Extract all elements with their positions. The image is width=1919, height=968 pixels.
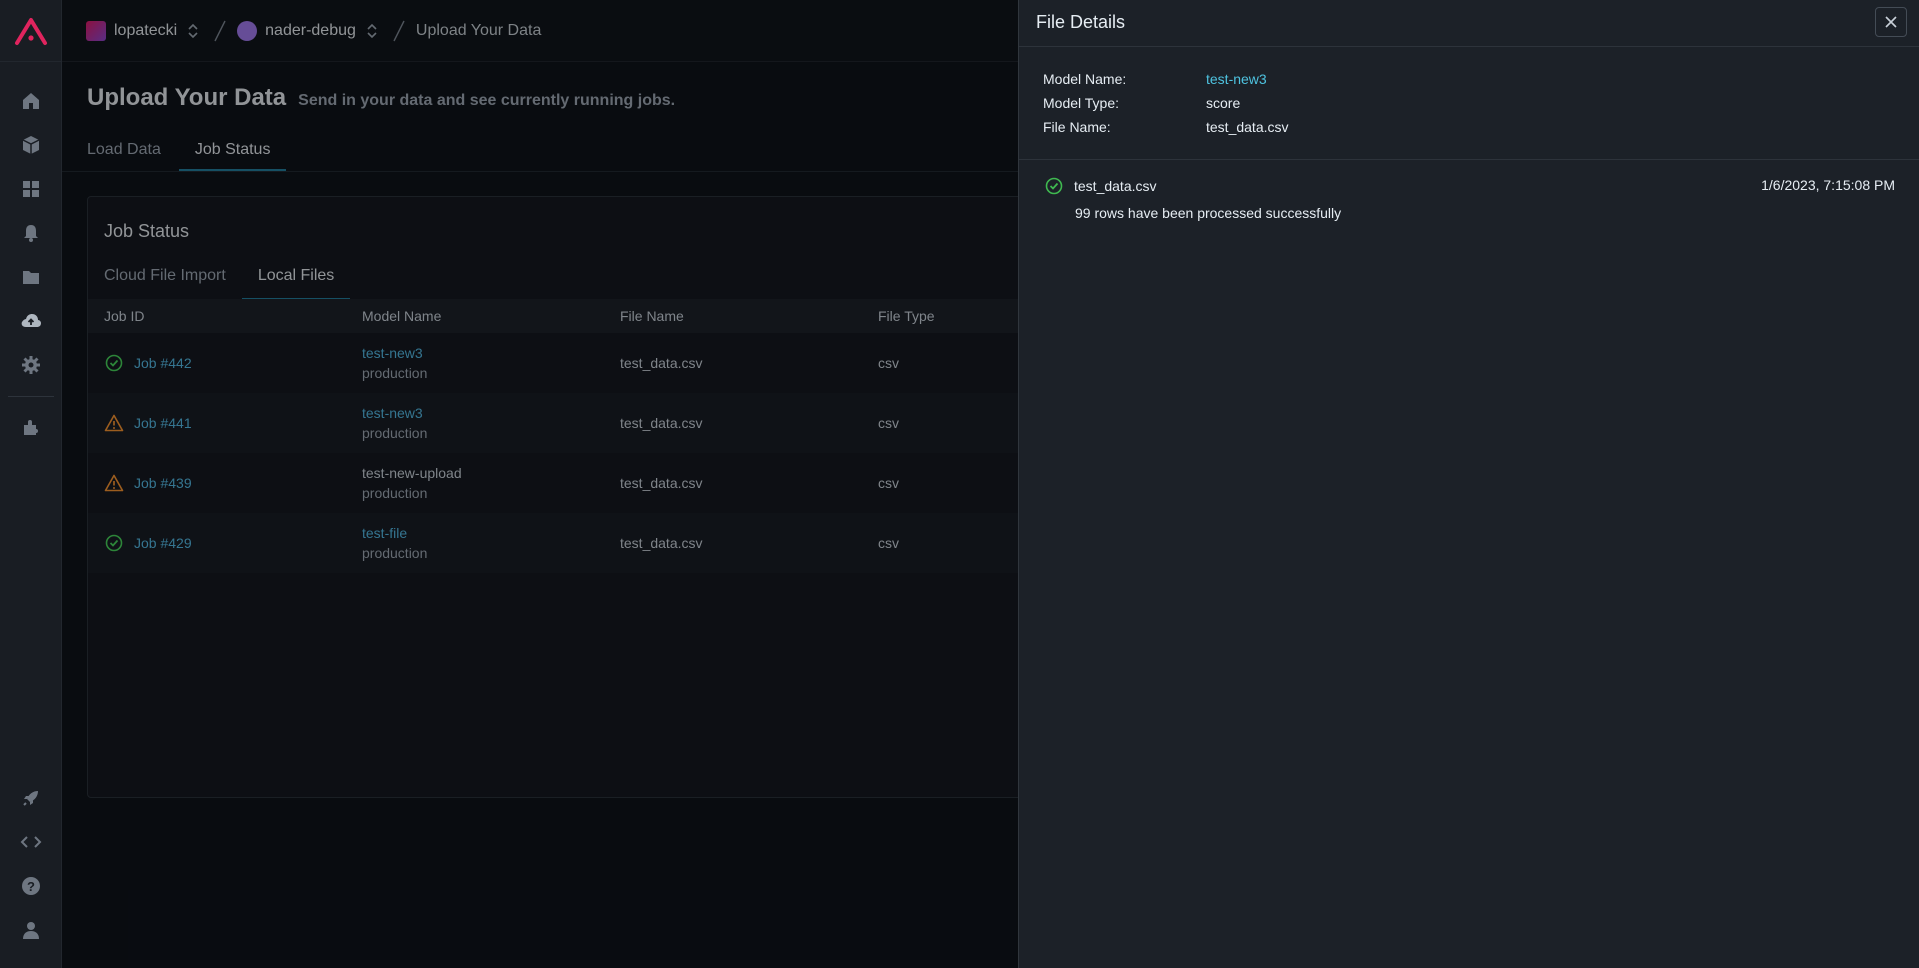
model-name: test-new-upload: [362, 465, 462, 481]
model-name-label: Model Name:: [1043, 71, 1127, 87]
page-tabs: Load Data Job Status: [87, 136, 304, 172]
model-type-value: score: [1206, 95, 1241, 111]
job-id-cell: Job #441: [104, 413, 192, 433]
model-type-label: Model Type:: [1043, 95, 1120, 111]
job-id-cell: Job #429: [104, 533, 192, 553]
success-check-icon: [1045, 177, 1063, 195]
dashboard-grid-icon[interactable]: [19, 177, 43, 201]
drawer-divider: [1019, 46, 1919, 47]
tab-job-status[interactable]: Job Status: [178, 136, 286, 172]
file-type-cell: csv: [878, 475, 899, 491]
page-subtitle: Send in your data and see currently runn…: [298, 92, 676, 109]
org-avatar: [86, 20, 106, 41]
table-row[interactable]: Job #442 test-new3 production test_data.…: [88, 333, 1046, 393]
help-question-icon[interactable]: ?: [19, 874, 43, 898]
model-environment: production: [362, 485, 428, 501]
model-environment: production: [362, 545, 428, 561]
column-header-file-name[interactable]: File Name: [620, 308, 684, 324]
model-name-link[interactable]: test-new3: [362, 343, 427, 363]
breadcrumb-separator-icon: [393, 20, 405, 41]
job-status-card: Job Status Cloud File Import Local Files…: [87, 196, 1047, 798]
file-type-cell: csv: [878, 355, 899, 371]
tab-cloud-file-import[interactable]: Cloud File Import: [104, 267, 226, 297]
sidebar: ?: [0, 0, 62, 968]
sidebar-divider: [8, 396, 54, 397]
file-name-cell: test_data.csv: [620, 415, 703, 431]
page-header: Upload Your Data Send in your data and s…: [87, 84, 675, 112]
job-id-link[interactable]: Job #441: [134, 415, 192, 431]
models-cube-icon[interactable]: [19, 133, 43, 157]
project-name[interactable]: nader-debug: [265, 22, 356, 40]
org-switcher-chevron-icon[interactable]: [187, 21, 199, 41]
drawer-title: File Details: [1036, 12, 1126, 32]
close-icon: [1885, 16, 1897, 28]
code-icon[interactable]: [19, 830, 43, 854]
file-type-cell: csv: [878, 535, 899, 551]
success-check-icon: [105, 354, 123, 372]
file-details-drawer: File Details Model Name: test-new3 Model…: [1018, 0, 1919, 968]
table-row[interactable]: Job #439 test-new-upload production test…: [88, 453, 1046, 513]
file-type-cell: csv: [878, 415, 899, 431]
home-icon[interactable]: [19, 89, 43, 113]
tabs-divider: [62, 171, 1018, 172]
file-name-value: test_data.csv: [1206, 119, 1289, 135]
job-id-cell: Job #442: [104, 353, 192, 373]
model-name-link[interactable]: test-new3: [362, 403, 427, 423]
settings-gear-icon[interactable]: [19, 353, 43, 377]
top-bar: lopatecki nader-debug Upload Your Data: [62, 0, 1018, 62]
model-cell: test-file production: [362, 523, 427, 563]
warning-triangle-icon: [104, 474, 124, 492]
brand-logo-icon[interactable]: [12, 12, 50, 50]
model-cell: test-new-upload production: [362, 463, 462, 503]
model-environment: production: [362, 365, 428, 381]
job-id-link[interactable]: Job #429: [134, 535, 192, 551]
file-name-label: File Name:: [1043, 119, 1111, 135]
bell-icon[interactable]: [19, 221, 43, 245]
job-status-subtabs: Cloud File Import Local Files: [104, 267, 366, 301]
column-header-file-type[interactable]: File Type: [878, 308, 935, 324]
model-name-link[interactable]: test-new3: [1206, 71, 1267, 87]
job-id-link[interactable]: Job #439: [134, 475, 192, 491]
project-avatar: [237, 20, 258, 41]
svg-text:?: ?: [27, 879, 35, 894]
rocket-icon[interactable]: [19, 786, 43, 810]
breadcrumb-separator-icon: [214, 20, 226, 41]
tab-load-data[interactable]: Load Data: [87, 136, 161, 172]
file-name-cell: test_data.csv: [620, 535, 703, 551]
entry-file-name: test_data.csv: [1074, 178, 1157, 194]
model-cell: test-new3 production: [362, 343, 427, 383]
job-id-link[interactable]: Job #442: [134, 355, 192, 371]
column-header-job-id[interactable]: Job ID: [104, 308, 144, 324]
user-profile-icon[interactable]: [19, 918, 43, 942]
success-check-icon: [105, 534, 123, 552]
warning-triangle-icon: [104, 414, 124, 432]
table-row[interactable]: Job #429 test-file production test_data.…: [88, 513, 1046, 573]
file-name-cell: test_data.csv: [620, 475, 703, 491]
page-title: Upload Your Data: [87, 84, 287, 111]
tab-local-files[interactable]: Local Files: [241, 267, 351, 301]
integrations-puzzle-icon[interactable]: [19, 415, 43, 439]
project-switcher-chevron-icon[interactable]: [366, 21, 378, 41]
card-title: Job Status: [104, 221, 190, 241]
sidebar-divider: [0, 61, 62, 62]
folder-icon[interactable]: [19, 265, 43, 289]
model-environment: production: [362, 425, 428, 441]
model-cell: test-new3 production: [362, 403, 427, 443]
breadcrumb: lopatecki nader-debug Upload Your Data: [86, 19, 541, 43]
file-name-cell: test_data.csv: [620, 355, 703, 371]
column-header-model-name[interactable]: Model Name: [362, 308, 441, 324]
table-row[interactable]: Job #441 test-new3 production test_data.…: [88, 393, 1046, 453]
entry-message: 99 rows have been processed successfully: [1075, 205, 1342, 221]
drawer-divider: [1019, 159, 1919, 160]
close-button[interactable]: [1875, 7, 1907, 37]
table-header: Job ID Model Name File Name File Type: [88, 299, 1046, 333]
org-name[interactable]: lopatecki: [114, 22, 177, 40]
job-id-cell: Job #439: [104, 473, 192, 493]
cloud-upload-icon[interactable]: [19, 309, 43, 333]
breadcrumb-current-page: Upload Your Data: [415, 21, 542, 39]
model-name-link[interactable]: test-file: [362, 523, 427, 543]
file-status-entry: test_data.csv: [1044, 176, 1157, 196]
entry-timestamp: 1/6/2023, 7:15:08 PM: [1761, 177, 1895, 193]
